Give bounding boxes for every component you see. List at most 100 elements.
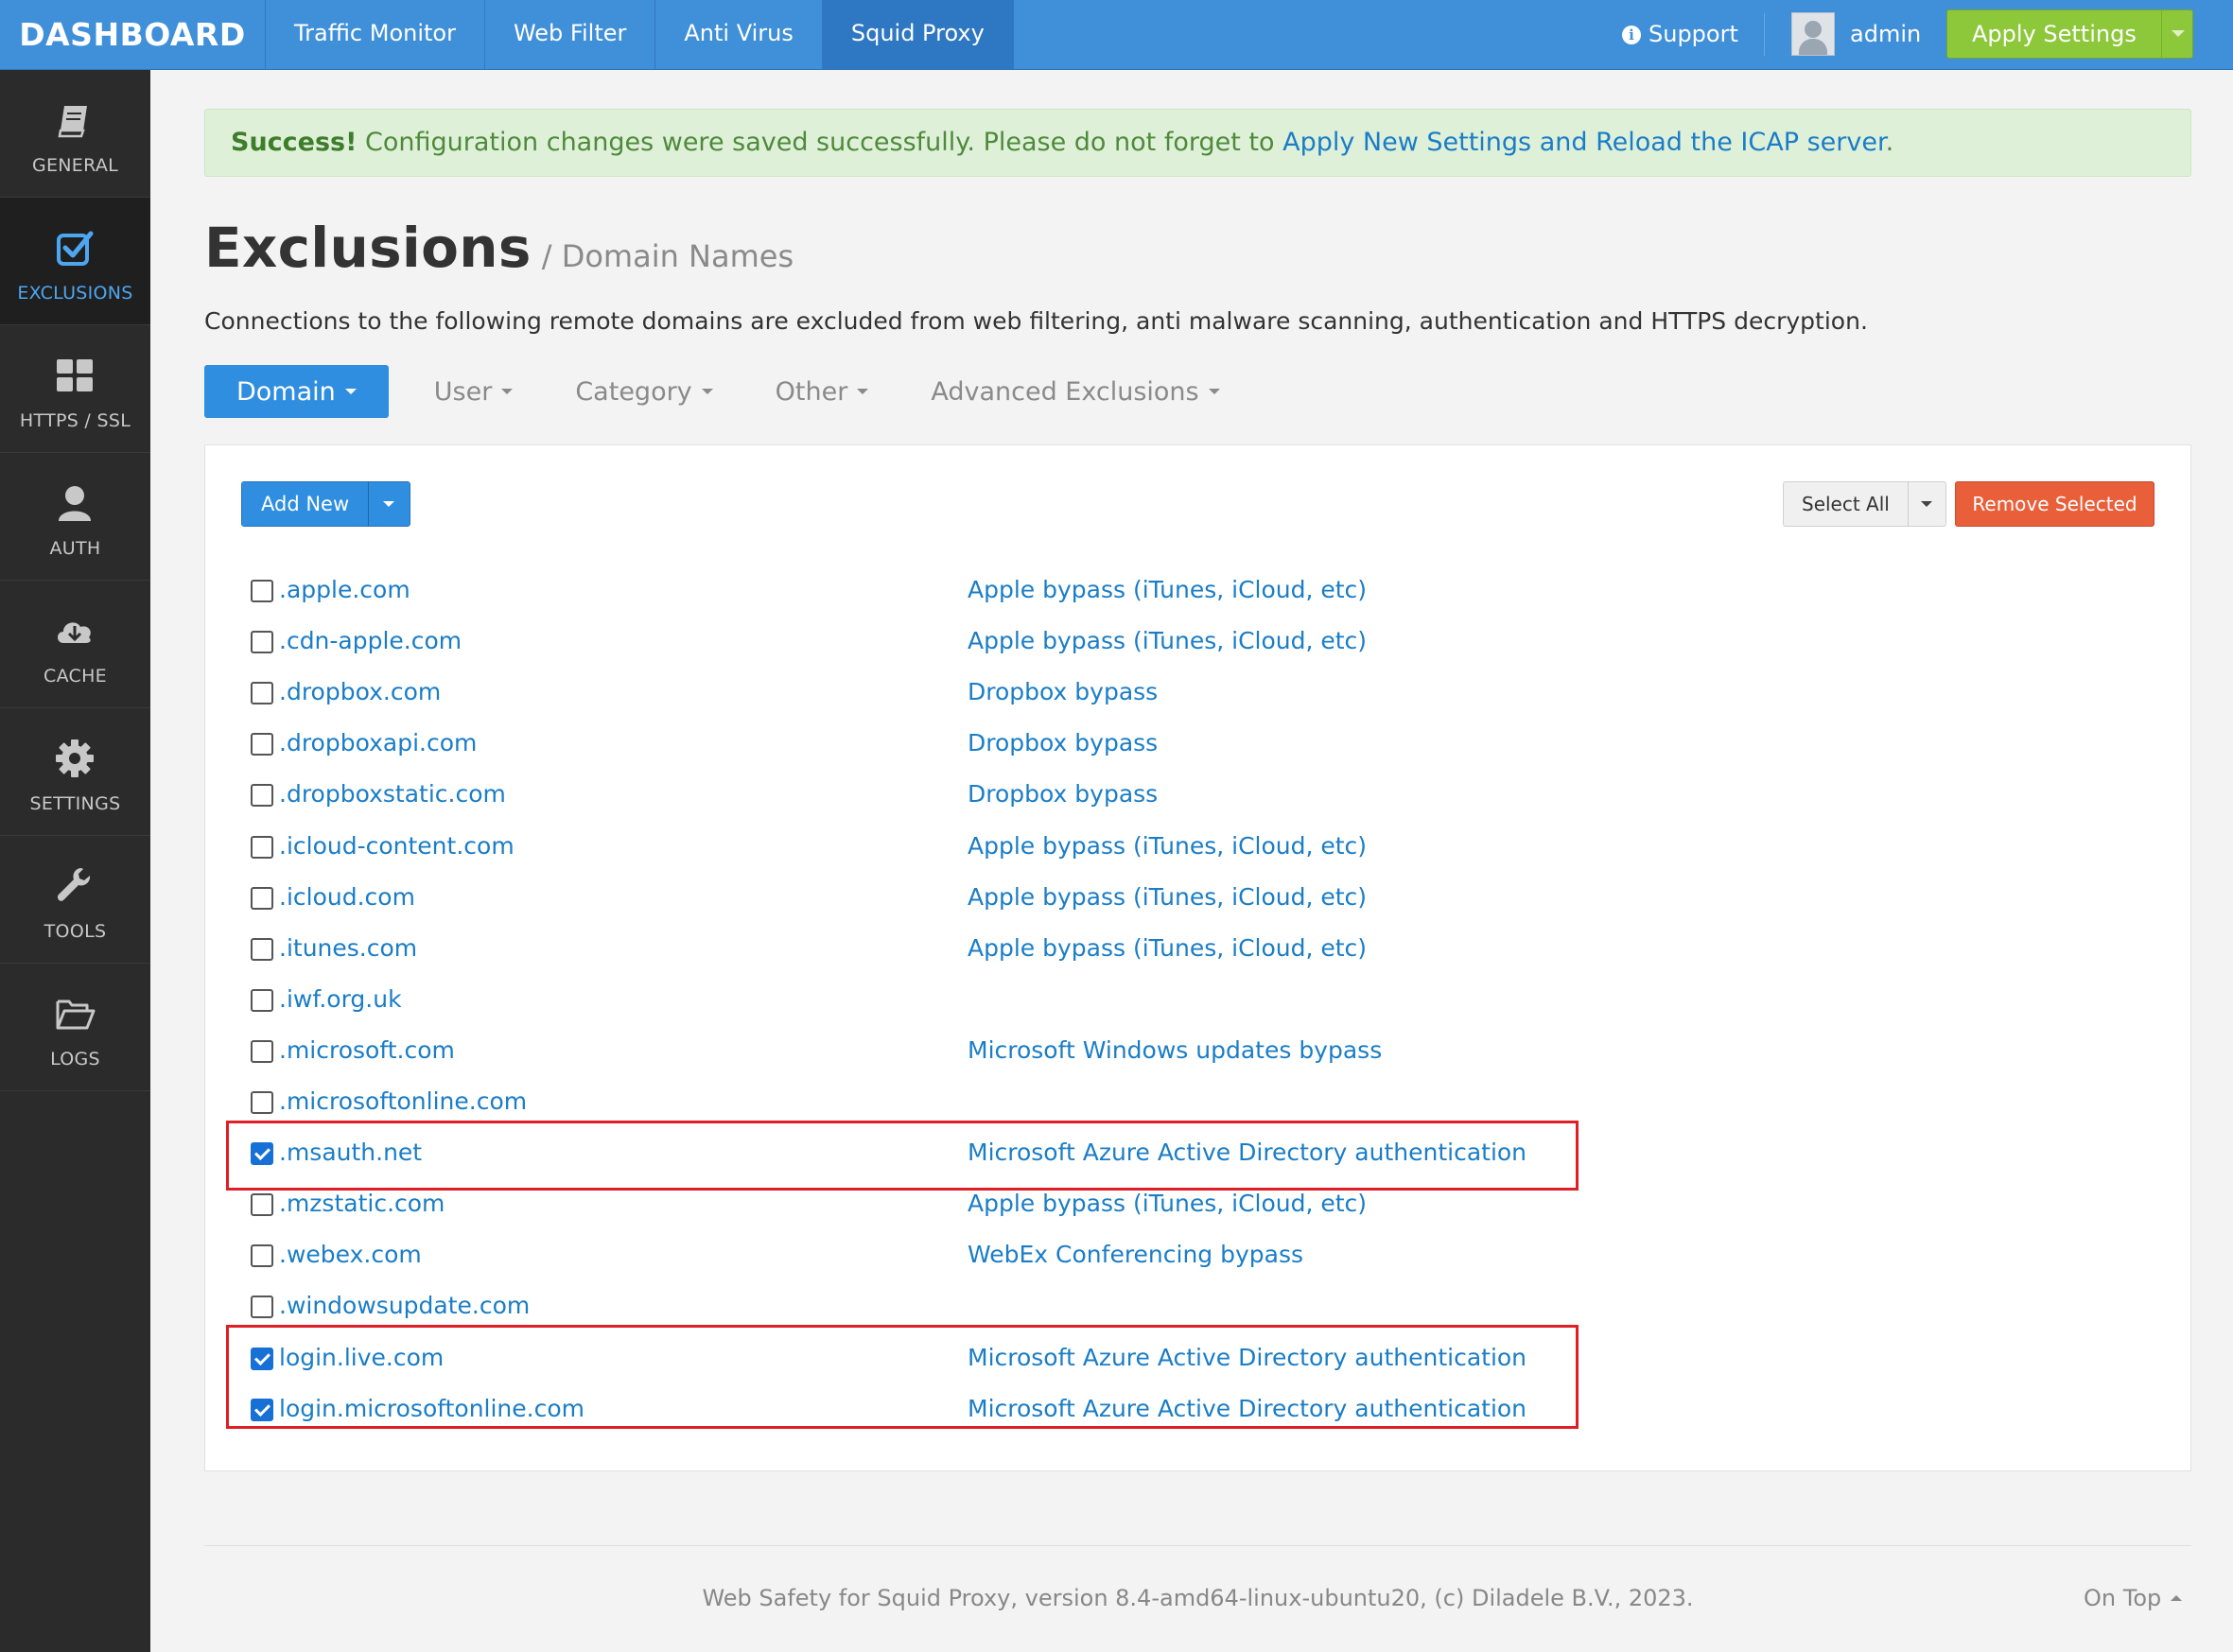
sidebar-item-https-ssl[interactable]: HTTPS / SSL xyxy=(0,325,150,453)
sidebar-item-logs[interactable]: LOGS xyxy=(0,964,150,1091)
domain-link[interactable]: .iwf.org.uk xyxy=(279,981,402,1018)
domain-link[interactable]: .apple.com xyxy=(279,571,410,609)
username: admin xyxy=(1850,21,1922,47)
sidebar-item-auth[interactable]: AUTH xyxy=(0,453,150,581)
tab-advanced-exclusions[interactable]: Advanced Exclusions xyxy=(931,376,1220,407)
domain-link[interactable]: .dropboxapi.com xyxy=(279,724,477,762)
divider xyxy=(204,1545,2191,1546)
domain-row: .apple.com Apple bypass (iTunes, iCloud, … xyxy=(251,571,1669,609)
row-checkbox[interactable] xyxy=(251,1296,273,1318)
domain-comment[interactable]: Dropbox bypass xyxy=(968,724,1158,762)
row-checkbox[interactable] xyxy=(251,733,273,756)
sidebar-item-label: EXCLUSIONS xyxy=(17,283,133,304)
nav-squid-proxy[interactable]: Squid Proxy xyxy=(822,0,1014,69)
row-checkbox[interactable] xyxy=(251,580,273,602)
select-all-dropdown[interactable] xyxy=(1907,482,1945,526)
sidebar-item-cache[interactable]: CACHE xyxy=(0,581,150,708)
row-checkbox[interactable] xyxy=(251,1193,273,1216)
on-top-link[interactable]: On Top xyxy=(2084,1585,2183,1611)
domain-link[interactable]: .mzstatic.com xyxy=(279,1185,445,1223)
domain-comment[interactable]: Apple bypass (iTunes, iCloud, etc) xyxy=(968,622,1367,660)
domain-comment[interactable]: WebEx Conferencing bypass xyxy=(968,1236,1303,1274)
domain-row: .dropboxstatic.com Dropbox bypass xyxy=(251,775,1669,813)
sidebar-item-label: LOGS xyxy=(50,1049,100,1069)
row-checkbox[interactable] xyxy=(251,989,273,1012)
user-menu[interactable]: admin xyxy=(1791,12,1921,56)
row-checkbox[interactable] xyxy=(251,784,273,807)
row-checkbox[interactable] xyxy=(251,1244,273,1267)
tab-label: Category xyxy=(575,376,692,407)
domain-comment[interactable]: Apple bypass (iTunes, iCloud, etc) xyxy=(968,930,1367,967)
domain-row: .windowsupdate.com xyxy=(251,1287,1669,1325)
tab-user[interactable]: User xyxy=(434,377,514,407)
page-title: Exclusions xyxy=(204,216,532,280)
domain-comment[interactable]: Apple bypass (iTunes, iCloud, etc) xyxy=(968,571,1367,609)
row-checkbox[interactable] xyxy=(251,682,273,704)
tab-category[interactable]: Category xyxy=(575,376,713,407)
domain-exclusions-panel: Add New Select All Remove Selected .appl… xyxy=(204,444,2191,1471)
avatar xyxy=(1791,12,1835,56)
tab-label: Advanced Exclusions xyxy=(931,376,1199,407)
nav-anti-virus[interactable]: Anti Virus xyxy=(655,0,823,69)
select-all-button[interactable]: Select All xyxy=(1784,482,1908,526)
sidebar-item-label: SETTINGS xyxy=(29,793,121,814)
domain-link[interactable]: .dropboxstatic.com xyxy=(279,775,506,813)
nav-traffic-monitor[interactable]: Traffic Monitor xyxy=(266,0,485,69)
domain-comment[interactable]: Apple bypass (iTunes, iCloud, etc) xyxy=(968,827,1367,865)
tab-other[interactable]: Other xyxy=(776,377,869,407)
apply-settings-dropdown[interactable] xyxy=(2160,10,2192,58)
row-checkbox[interactable] xyxy=(251,938,273,961)
support-label: Support xyxy=(1649,21,1738,47)
apply-settings-split-button: Apply Settings xyxy=(1946,9,2193,59)
sidebar-item-tools[interactable]: TOOLS xyxy=(0,836,150,964)
domain-link[interactable]: .webex.com xyxy=(279,1236,422,1274)
row-checkbox[interactable] xyxy=(251,836,273,859)
sidebar-item-general[interactable]: GENERAL xyxy=(0,70,150,198)
domain-link[interactable]: .itunes.com xyxy=(279,930,417,967)
footer-text: Web Safety for Squid Proxy, version 8.4-… xyxy=(702,1585,1694,1611)
divider xyxy=(1764,13,1765,56)
book-icon xyxy=(58,106,87,138)
chevron-down-icon xyxy=(383,501,395,507)
nav-web-filter[interactable]: Web Filter xyxy=(485,0,656,69)
apply-settings-link[interactable]: Apply New Settings and Reload the ICAP s… xyxy=(1282,128,1885,157)
domain-link[interactable]: .microsoft.com xyxy=(279,1032,455,1069)
remove-selected-button[interactable]: Remove Selected xyxy=(1955,481,2154,527)
row-checkbox[interactable] xyxy=(251,887,273,910)
domain-comment[interactable]: Microsoft Windows updates bypass xyxy=(968,1032,1382,1069)
domain-row: .mzstatic.com Apple bypass (iTunes, iClou… xyxy=(251,1185,1669,1223)
add-new-split-button: Add New xyxy=(241,481,411,527)
domain-link[interactable]: .icloud.com xyxy=(279,878,415,916)
apply-settings-button[interactable]: Apply Settings xyxy=(1947,10,2161,58)
chevron-down-icon xyxy=(2171,30,2185,37)
sidebar-item-settings[interactable]: SETTINGS xyxy=(0,708,150,836)
domain-link[interactable]: .microsoftonline.com xyxy=(279,1083,527,1121)
page-subtitle: / Domain Names xyxy=(541,238,794,274)
tab-domain[interactable]: Domain xyxy=(204,365,389,418)
domain-link[interactable]: .cdn-apple.com xyxy=(279,622,462,660)
domain-comment[interactable]: Apple bypass (iTunes, iCloud, etc) xyxy=(968,1185,1367,1223)
domain-comment[interactable]: Apple bypass (iTunes, iCloud, etc) xyxy=(968,878,1367,916)
domain-comment[interactable]: Dropbox bypass xyxy=(968,775,1158,813)
support-link[interactable]: i Support xyxy=(1622,0,1738,69)
select-all-split-button: Select All xyxy=(1783,481,1946,527)
exclusion-tabs: Domain User Category Other Advanced Excl… xyxy=(204,365,1282,418)
domain-comment[interactable]: Dropbox bypass xyxy=(968,673,1158,711)
domain-link[interactable]: .windowsupdate.com xyxy=(279,1287,530,1325)
row-checkbox[interactable] xyxy=(251,1040,273,1063)
domain-link[interactable]: .dropbox.com xyxy=(279,673,441,711)
brand-dashboard-link[interactable]: DASHBOARD xyxy=(0,0,266,69)
sidebar-item-exclusions[interactable]: EXCLUSIONS xyxy=(0,198,150,325)
sidebar-item-label: TOOLS xyxy=(44,921,107,942)
grid-icon xyxy=(57,359,93,391)
domain-link[interactable]: .icloud-content.com xyxy=(279,827,515,865)
add-new-dropdown[interactable] xyxy=(368,482,410,526)
sidebar-item-label: AUTH xyxy=(49,538,101,559)
gear-icon xyxy=(56,739,94,777)
alert-strong: Success! xyxy=(231,128,358,157)
on-top-label: On Top xyxy=(2084,1585,2162,1611)
row-checkbox[interactable] xyxy=(251,1091,273,1114)
row-checkbox[interactable] xyxy=(251,631,273,653)
page-header: Exclusions / Domain Names xyxy=(204,216,794,282)
add-new-button[interactable]: Add New xyxy=(242,482,369,526)
